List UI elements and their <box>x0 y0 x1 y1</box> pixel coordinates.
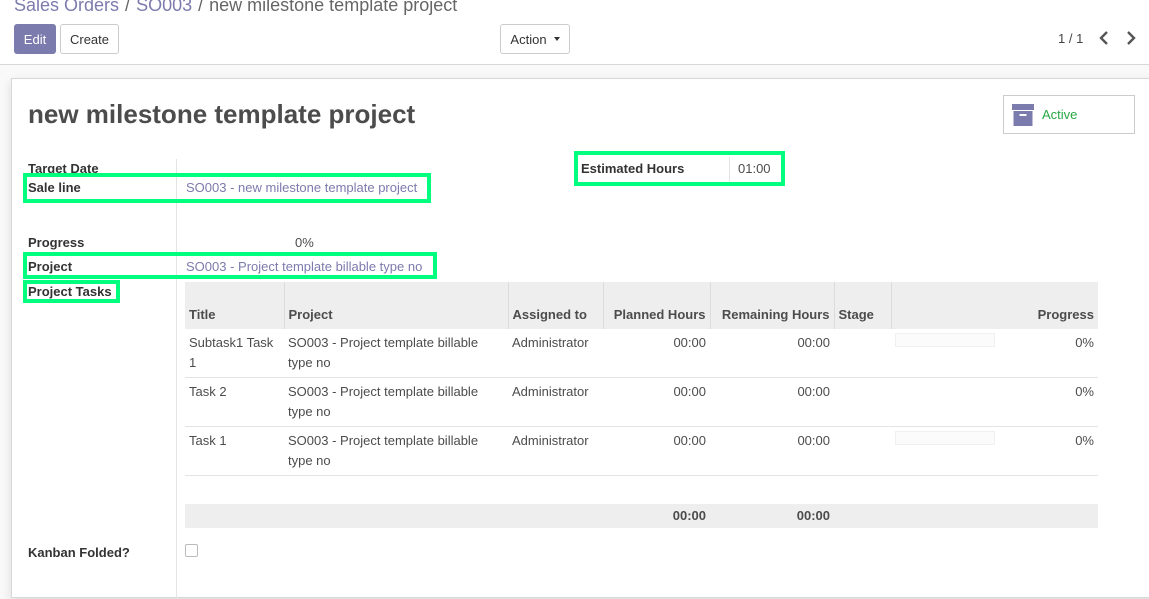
kanban-folded-checkbox[interactable] <box>185 544 198 557</box>
cell-title: Task 1 <box>185 426 284 476</box>
highlight-estimated-hours <box>574 151 785 186</box>
column-header-title[interactable]: Title <box>185 282 285 329</box>
table-row[interactable]: Subtask1 Task 1 SO003 - Project template… <box>185 329 1098 378</box>
cell-stage <box>834 329 891 378</box>
form-sheet: new milestone template project Active Ta… <box>11 78 1149 599</box>
action-label: Action <box>510 31 547 47</box>
project-tasks-table: Title Project Assigned to Planned Hours … <box>185 282 1098 528</box>
progress-label: Progress <box>28 235 85 250</box>
cell-title: Task 2 <box>185 377 284 427</box>
cell-progress: 0% <box>891 329 1098 378</box>
cell-remaining-hours: 00:00 <box>710 377 834 427</box>
cell-planned-hours: 00:00 <box>603 426 710 476</box>
cell-planned-hours: 00:00 <box>603 329 710 378</box>
cell-remaining-hours: 00:00 <box>710 329 834 378</box>
progress-text: 0% <box>1075 433 1094 448</box>
field-separator <box>176 159 177 599</box>
cell-assigned-to: Administrator <box>508 329 603 378</box>
active-toggle-button[interactable]: Active <box>1003 95 1135 134</box>
progress-text: 0% <box>1075 384 1094 399</box>
progress-text: 0% <box>1075 335 1094 350</box>
cell-title: Subtask1 Task 1 <box>185 329 284 378</box>
cell-remaining-hours: 00:00 <box>710 426 834 476</box>
cell-progress: 0% <box>891 426 1098 476</box>
cell-assigned-to: Administrator <box>508 377 603 427</box>
cell-planned-hours: 00:00 <box>603 377 710 427</box>
caret-down-icon <box>553 37 560 41</box>
cell-stage <box>834 426 891 476</box>
cell-assigned-to: Administrator <box>508 426 603 476</box>
breadcrumb-separator: / <box>198 0 204 15</box>
progress-bar <box>895 333 995 347</box>
cell-stage <box>834 377 891 427</box>
chevron-right-icon[interactable] <box>1122 28 1140 48</box>
progress-bar <box>895 431 995 445</box>
breadcrumb-sales-orders[interactable]: Sales Orders <box>14 0 119 15</box>
column-header-assigned-to[interactable]: Assigned to <box>508 282 604 329</box>
column-header-project[interactable]: Project <box>284 282 509 329</box>
cell-project: SO003 - Project template billable type n… <box>284 377 508 427</box>
table-header-row: Title Project Assigned to Planned Hours … <box>185 282 1098 329</box>
pager-value[interactable]: 1 / 1 <box>1058 31 1083 46</box>
highlight-sale-line <box>23 173 431 203</box>
column-header-planned-hours[interactable]: Planned Hours <box>603 282 711 329</box>
column-header-stage[interactable]: Stage <box>834 282 892 329</box>
total-planned-hours: 00:00 <box>603 503 710 528</box>
total-remaining-hours: 00:00 <box>710 503 834 528</box>
chevron-left-icon[interactable] <box>1095 28 1113 48</box>
archive-icon <box>1012 103 1034 126</box>
table-totals-row: 00:00 00:00 <box>185 503 1098 528</box>
record-title: new milestone template project <box>28 99 416 129</box>
progress-value: 0% <box>295 235 314 250</box>
table-row[interactable]: Task 2 SO003 - Project template billable… <box>185 377 1098 427</box>
table-row[interactable]: Task 1 SO003 - Project template billable… <box>185 426 1098 476</box>
breadcrumb-so003[interactable]: SO003 <box>136 0 192 15</box>
create-button[interactable]: Create <box>60 24 119 54</box>
control-panel: Sales Orders / SO003 / new milestone templat… <box>0 0 1149 65</box>
cell-project: SO003 - Project template billable type n… <box>284 329 508 378</box>
table-empty-row <box>185 476 1098 504</box>
breadcrumb-current: new milestone template project <box>209 0 458 15</box>
column-header-remaining-hours[interactable]: Remaining Hours <box>710 282 835 329</box>
kanban-folded-label: Kanban Folded? <box>28 545 130 560</box>
column-header-progress[interactable]: Progress <box>891 282 1098 329</box>
edit-button[interactable]: Edit <box>14 24 56 54</box>
breadcrumb: Sales Orders / SO003 / new milestone templat… <box>14 0 457 16</box>
cell-progress: 0% <box>891 377 1098 427</box>
breadcrumb-separator: / <box>125 0 131 15</box>
highlight-project <box>23 252 437 279</box>
highlight-project-tasks <box>23 280 120 303</box>
cell-project: SO003 - Project template billable type n… <box>284 426 508 476</box>
active-label: Active <box>1042 107 1078 122</box>
action-dropdown-button[interactable]: Action <box>500 24 570 54</box>
